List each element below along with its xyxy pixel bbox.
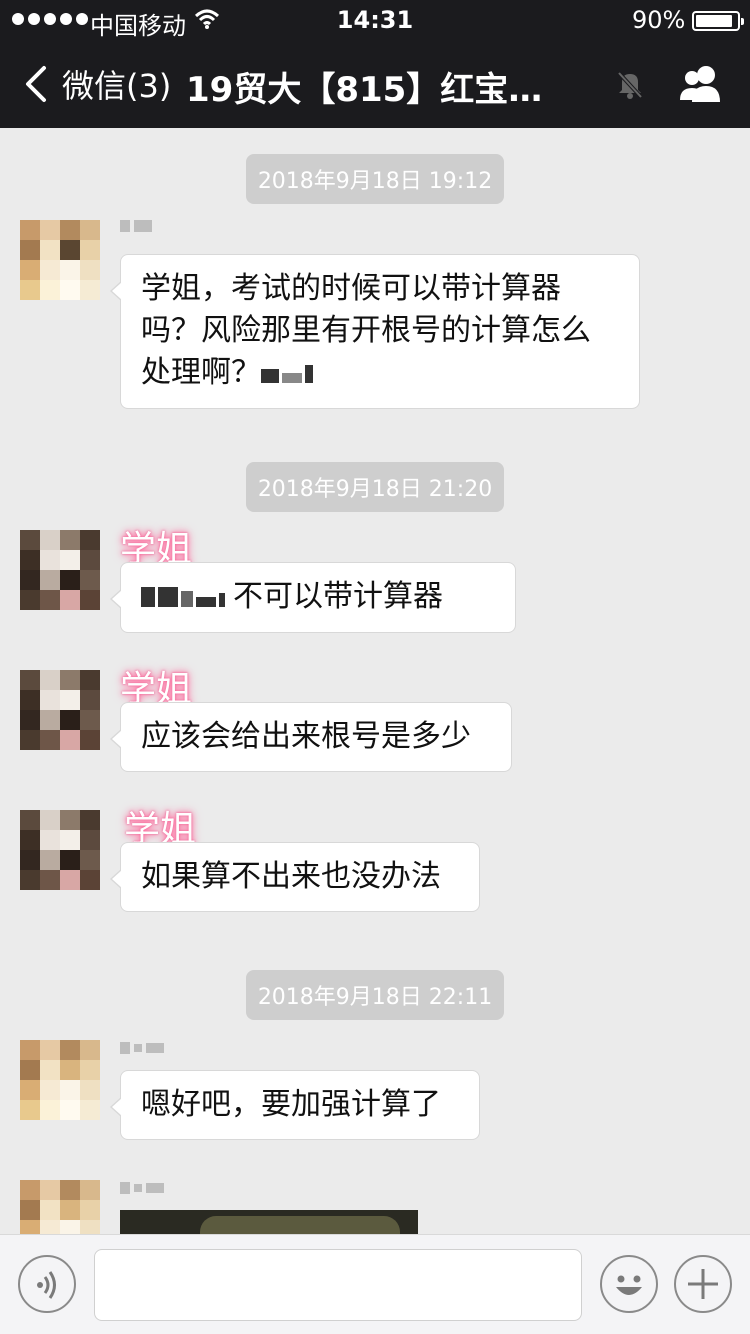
emoji-icon [616, 1275, 642, 1295]
avatar[interactable] [20, 530, 100, 610]
bell-off-icon [617, 71, 643, 99]
chat-title: 19贸大【815】红宝… [186, 70, 543, 110]
emoji-button[interactable] [600, 1255, 658, 1313]
redacted-text [141, 577, 233, 619]
redacted-text [261, 353, 316, 395]
message-bubble[interactable]: 应该会给出来根号是多少 [110, 702, 512, 772]
more-button[interactable] [674, 1255, 732, 1313]
image-message[interactable] [120, 1210, 418, 1234]
back-label: 微信(3) [62, 67, 172, 105]
avatar[interactable] [20, 670, 100, 750]
voice-button[interactable] [18, 1255, 76, 1313]
chat-messages[interactable]: 2018年9月18日 19:12 学姐，考试的时候可以带计算器 吗？风险那里有开… [0, 128, 750, 1234]
message-bubble[interactable]: 学姐，考试的时候可以带计算器 吗？风险那里有开根号的计算怎么 处理啊？ [110, 254, 640, 409]
avatar[interactable] [20, 1180, 100, 1234]
navigation-bar: 微信(3) 19贸大【815】红宝… [0, 40, 750, 128]
battery-percent: 90% [632, 6, 686, 34]
timestamp: 2018年9月18日 21:20 [0, 462, 750, 512]
timestamp: 2018年9月18日 19:12 [0, 154, 750, 204]
back-button[interactable]: 微信(3) [18, 60, 171, 108]
chevron-left-icon [26, 66, 46, 102]
group-members-icon[interactable] [676, 64, 726, 104]
input-bar [0, 1234, 750, 1334]
avatar[interactable] [20, 810, 100, 890]
status-bar: 中国移动 14:31 90% [0, 0, 750, 40]
wechat-chat-screen: 中国移动 14:31 90% 微信(3) 19贸大【815】红宝… 2018年9… [0, 0, 750, 1334]
sender-name-redacted [120, 1182, 164, 1194]
timestamp: 2018年9月18日 22:11 [0, 970, 750, 1020]
avatar[interactable] [20, 220, 100, 300]
battery-level [696, 15, 732, 27]
top-bar: 中国移动 14:31 90% 微信(3) 19贸大【815】红宝… [0, 0, 750, 128]
sender-name-redacted [120, 1042, 164, 1054]
battery-icon [692, 11, 744, 31]
plus-icon [688, 1269, 718, 1299]
sender-name-redacted [120, 220, 152, 232]
message-bubble[interactable]: 如果算不出来也没办法 [110, 842, 480, 912]
voice-icon [37, 1271, 56, 1299]
message-bubble[interactable]: 不可以带计算器 [110, 562, 516, 633]
avatar[interactable] [20, 1040, 100, 1120]
message-input[interactable] [94, 1249, 582, 1321]
message-bubble[interactable]: 嗯好吧，要加强计算了 [110, 1070, 480, 1140]
